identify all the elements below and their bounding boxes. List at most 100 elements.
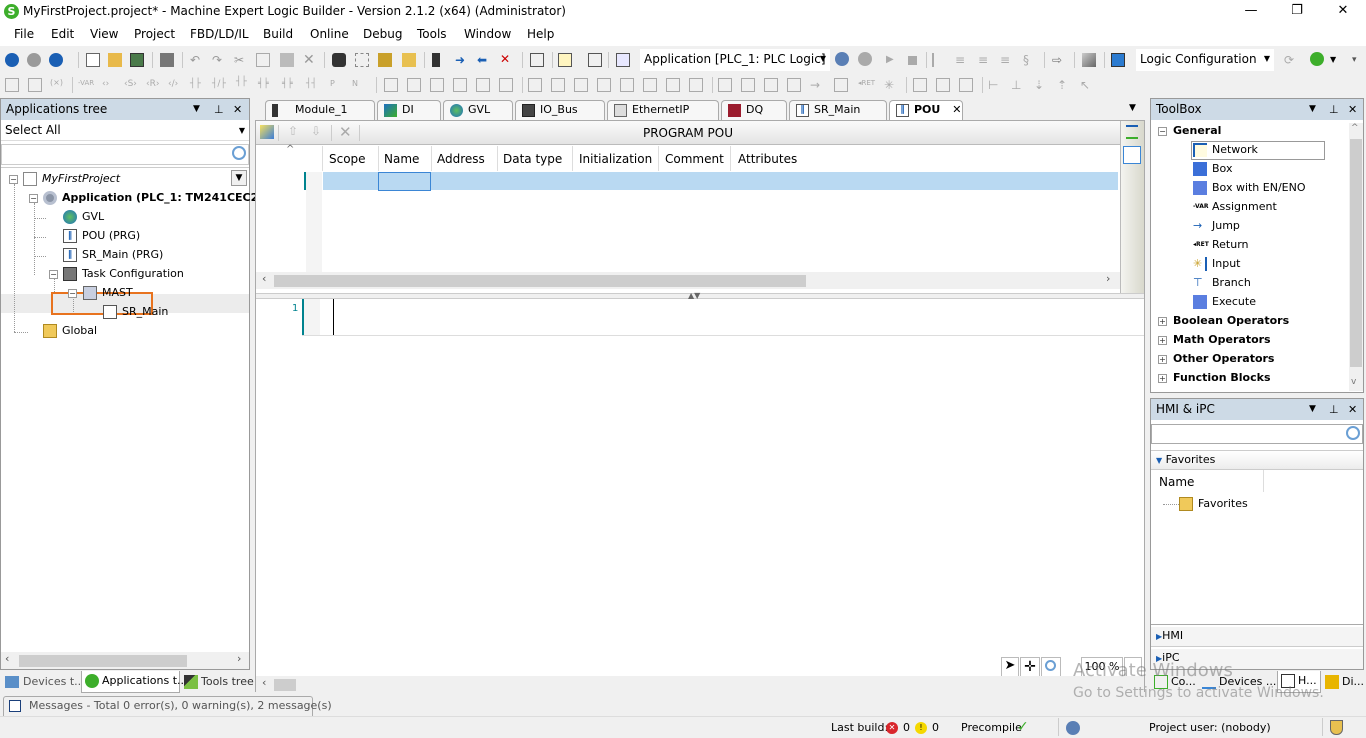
editor-tab-sr-main[interactable]: ‖ SR_Main xyxy=(789,100,887,120)
scrollbar-thumb[interactable] xyxy=(274,275,806,287)
run-to-cursor-icon[interactable]: ≡ xyxy=(1000,53,1014,67)
new-project-icon[interactable] xyxy=(86,53,100,67)
navigate-icon[interactable] xyxy=(49,53,63,67)
execute-icon[interactable] xyxy=(787,78,801,92)
toolbox-item-branch[interactable]: ⊤ Branch xyxy=(1193,274,1251,292)
shield-icon[interactable] xyxy=(1330,720,1343,735)
menu-fbd-ld-il[interactable]: FBD/LD/IL xyxy=(190,27,249,41)
implementation-editor[interactable]: 1 xyxy=(256,299,1144,659)
collapse-up-icon[interactable]: ^ xyxy=(286,144,294,155)
tab-list-dropdown-icon[interactable]: ▼ xyxy=(1129,103,1136,113)
clipboard-icon[interactable] xyxy=(530,53,544,67)
menu-tools[interactable]: Tools xyxy=(417,27,447,41)
compare-icon[interactable] xyxy=(430,78,444,92)
hmi-search-input[interactable] xyxy=(1151,424,1363,444)
toolbox-item-return[interactable]: ◂RET Return xyxy=(1193,236,1249,254)
move-tool-icon[interactable]: ✛ xyxy=(1020,657,1040,677)
declaration-horizontal-scrollbar[interactable]: ‹ › xyxy=(256,272,1120,289)
compare-icon[interactable] xyxy=(407,78,421,92)
scrollbar-thumb[interactable] xyxy=(274,679,296,691)
bookmark-icon[interactable] xyxy=(432,53,440,67)
table-row[interactable] xyxy=(323,172,1118,190)
collapse-icon[interactable]: − xyxy=(1158,127,1167,136)
tree-horizontal-scrollbar[interactable]: ‹ › xyxy=(1,652,249,669)
redo-icon[interactable]: ↷ xyxy=(212,53,226,67)
toolbox-item-assignment[interactable]: -VAR Assignment xyxy=(1193,198,1277,216)
set-coil-icon[interactable]: ‹S› xyxy=(124,79,138,93)
menu-online[interactable]: Online xyxy=(310,27,349,41)
editor-tab-ethernetip[interactable]: EthernetIP xyxy=(607,100,719,120)
scroll-right-icon[interactable]: › xyxy=(237,652,241,665)
toolbox-item-input[interactable]: ✳ Input xyxy=(1193,255,1240,273)
column-initialization[interactable]: Initialization xyxy=(579,152,652,166)
scroll-right-icon[interactable]: › xyxy=(1106,272,1110,285)
coil-icon[interactable]: ‹› xyxy=(102,79,116,93)
editor-tab-io-bus[interactable]: IO_Bus xyxy=(515,100,605,120)
device-status-icon[interactable] xyxy=(1066,721,1080,735)
negate-icon[interactable] xyxy=(913,78,927,92)
branch-start-icon[interactable]: ⊢ xyxy=(988,78,1002,92)
toolbox-vertical-scrollbar[interactable]: ^ v xyxy=(1349,123,1363,391)
tree-item-sr-main-call[interactable]: SR_Main xyxy=(103,303,168,321)
jump-icon[interactable]: → xyxy=(810,78,824,92)
insert-below-icon[interactable]: ⇣ xyxy=(1034,78,1048,92)
cut-icon[interactable]: ✂ xyxy=(234,53,248,67)
delete-icon[interactable]: ✕ xyxy=(303,52,317,68)
close-tab-icon[interactable]: ✕ xyxy=(952,103,961,116)
expand-icon[interactable]: + xyxy=(1158,317,1167,326)
tree-item-mast[interactable]: MAST xyxy=(83,284,133,302)
refresh-icon[interactable]: ⟳ xyxy=(1284,53,1298,67)
tree-item-gvl[interactable]: GVL xyxy=(63,208,104,226)
page-icon[interactable] xyxy=(588,53,602,67)
find-replace-icon[interactable] xyxy=(355,53,369,67)
name-cell[interactable] xyxy=(378,172,431,191)
insert-network-icon[interactable] xyxy=(5,78,19,92)
menu-view[interactable]: View xyxy=(90,27,118,41)
parallel-negated-contact-icon[interactable]: ╡╞ xyxy=(282,79,296,93)
negated-contact-icon[interactable]: ┤/├ xyxy=(212,79,226,93)
operate-icon[interactable] xyxy=(453,78,467,92)
favorites-folder[interactable]: Favorites xyxy=(1179,495,1248,513)
compare-block-icon[interactable] xyxy=(528,78,542,92)
menu-debug[interactable]: Debug xyxy=(363,27,402,41)
chevron-down-icon[interactable]: ▼ xyxy=(193,99,200,120)
filter-dropdown[interactable]: Select All ▼ xyxy=(1,120,249,141)
compare-block-icon[interactable] xyxy=(643,78,657,92)
back-icon[interactable] xyxy=(5,53,19,67)
tab-applications-tree[interactable]: Applications t... xyxy=(81,671,188,693)
implementation-horizontal-scrollbar[interactable]: ‹ xyxy=(256,676,1144,693)
previous-bookmark-icon[interactable]: ⬅ xyxy=(477,53,491,67)
label-icon[interactable] xyxy=(834,78,848,92)
tree-item-task-configuration[interactable]: Task Configuration xyxy=(63,265,184,283)
assignment-icon[interactable]: -VAR xyxy=(78,79,96,93)
menu-help[interactable]: Help xyxy=(527,27,554,41)
compare-icon[interactable] xyxy=(384,78,398,92)
connect-icon[interactable] xyxy=(1310,52,1324,66)
hmi-section[interactable]: ▶HMI xyxy=(1151,627,1363,647)
forward-icon[interactable] xyxy=(27,53,41,67)
scroll-left-icon[interactable]: ‹ xyxy=(262,676,266,689)
scroll-left-icon[interactable]: ‹ xyxy=(5,652,9,665)
chevron-down-icon[interactable]: ▼ xyxy=(1309,99,1316,120)
toolbar-overflow-icon[interactable]: ▾ xyxy=(1352,55,1366,69)
toolbox-category-boolean-operators[interactable]: Boolean Operators xyxy=(1173,312,1289,330)
collapse-icon[interactable]: − xyxy=(9,175,18,184)
rising-edge-icon[interactable]: P xyxy=(330,79,344,93)
copy-icon[interactable] xyxy=(256,53,270,67)
scrollbar-thumb[interactable] xyxy=(19,655,187,667)
toolbox-category-other-operators[interactable]: Other Operators xyxy=(1173,350,1274,368)
compare-block-icon[interactable] xyxy=(620,78,634,92)
textual-view-icon[interactable] xyxy=(1126,125,1138,139)
collapse-icon[interactable]: − xyxy=(29,194,38,203)
select-icon[interactable]: ↖ xyxy=(1080,78,1094,92)
add-object-icon[interactable] xyxy=(558,53,572,67)
save-icon[interactable] xyxy=(130,53,144,67)
paste-icon[interactable] xyxy=(280,53,294,67)
column-name[interactable]: Name xyxy=(384,152,419,166)
toolbox-item-box[interactable]: Box xyxy=(1193,160,1232,178)
print-icon[interactable] xyxy=(160,53,174,67)
search-icon[interactable] xyxy=(232,146,246,160)
insert-network-below-icon[interactable] xyxy=(28,78,42,92)
editor-tab-module-1[interactable]: Module_1 xyxy=(265,100,375,120)
menu-file[interactable]: File xyxy=(14,27,34,41)
